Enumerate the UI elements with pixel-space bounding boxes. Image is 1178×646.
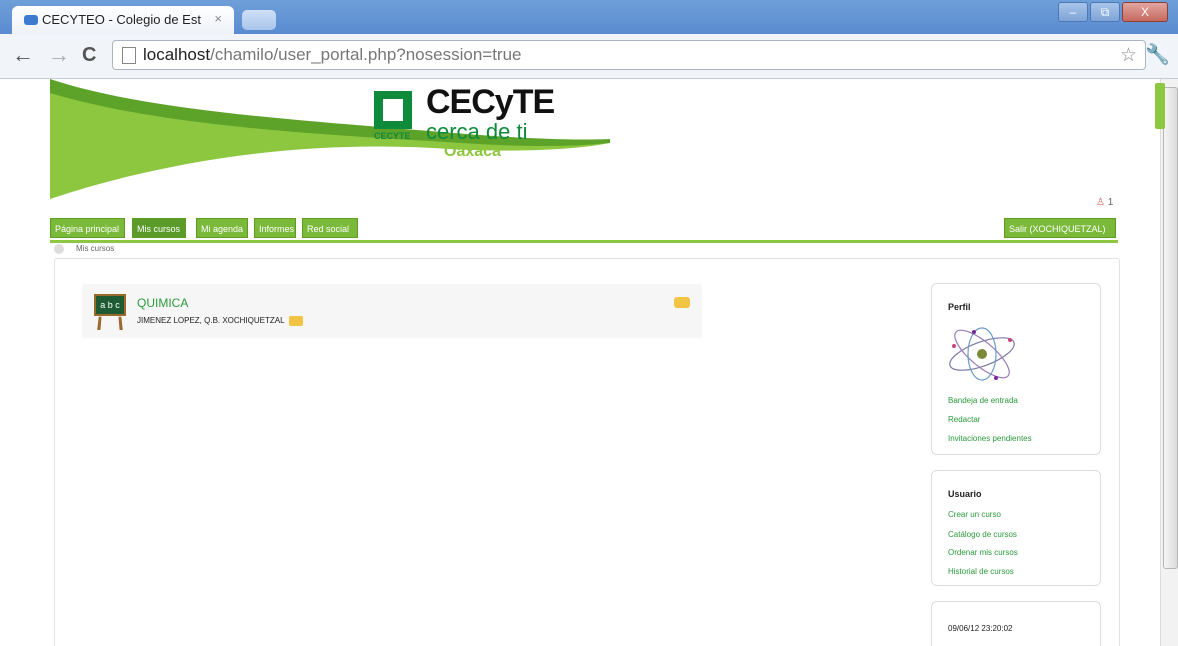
- user-block: Usuario Crear un curso Catálogo de curso…: [931, 470, 1101, 586]
- link-compose[interactable]: Redactar: [948, 415, 980, 424]
- breadcrumb: Mis cursos: [54, 241, 114, 257]
- course-title-link[interactable]: QUIMICA: [137, 296, 188, 310]
- tab-reports[interactable]: Informes: [254, 218, 296, 238]
- page-scroll-marker: [1155, 83, 1165, 129]
- main-nav: Página principal Mis cursos Mi agenda In…: [50, 218, 1118, 243]
- logo-title: CECyTE: [426, 83, 555, 121]
- favicon-icon: [24, 15, 38, 25]
- atom-avatar-icon[interactable]: [946, 324, 1026, 384]
- link-course-history[interactable]: Historial de cursos: [948, 567, 1014, 576]
- online-users-count: 1: [1107, 197, 1114, 208]
- site-logo[interactable]: CECYTE CECyTE cerca de ti Oaxaca: [374, 83, 555, 163]
- reload-icon[interactable]: C: [82, 44, 96, 66]
- vertical-scrollbar[interactable]: [1160, 79, 1178, 646]
- close-window-button[interactable]: X: [1122, 2, 1168, 22]
- minimize-button[interactable]: –: [1058, 2, 1088, 22]
- back-icon[interactable]: ←: [12, 44, 34, 66]
- profile-title: Perfil: [948, 302, 971, 312]
- tab-my-courses[interactable]: Mis cursos: [132, 218, 186, 238]
- browser-titlebar: CECYTEO - Colegio de Est × – ⧉ X: [0, 0, 1178, 34]
- online-users-indicator[interactable]: ♙ 1: [1096, 197, 1113, 208]
- bookmark-star-icon[interactable]: ☆: [1120, 44, 1137, 67]
- forward-icon[interactable]: →: [48, 44, 70, 66]
- home-icon[interactable]: [54, 243, 64, 254]
- datetime-block: 09/06/12 23:20:02: [931, 601, 1101, 646]
- tab-my-agenda[interactable]: Mi agenda: [196, 218, 248, 238]
- breadcrumb-current: Mis cursos: [76, 244, 115, 253]
- user-block-title: Usuario: [948, 489, 982, 499]
- user-icon: ♙: [1096, 197, 1105, 208]
- tab-social-network[interactable]: Red social: [302, 218, 358, 238]
- course-blackboard-icon: a b c: [94, 294, 126, 332]
- course-folder-icon[interactable]: [674, 297, 690, 308]
- page-viewport: CECYTE CECyTE cerca de ti Oaxaca ♙ 1 Pág…: [0, 79, 1160, 646]
- logout-button[interactable]: Salir (XOCHIQUETZAL): [1004, 218, 1116, 238]
- tab-home[interactable]: Página principal: [50, 218, 125, 238]
- logo-mark-icon: [374, 91, 412, 129]
- page-icon: [122, 47, 136, 64]
- course-teacher: JIMENEZ LOPEZ, Q.B. XOCHIQUETZAL: [137, 316, 303, 326]
- folder-icon[interactable]: [288, 316, 303, 326]
- course-card: a b c QUIMICA JIMENEZ LOPEZ, Q.B. XOCHIQ…: [82, 284, 702, 338]
- tab-close-icon[interactable]: ×: [214, 11, 222, 26]
- wrench-icon[interactable]: 🔧: [1145, 42, 1170, 67]
- link-course-catalog[interactable]: Catálogo de cursos: [948, 530, 1017, 539]
- logo-city: Oaxaca: [444, 143, 501, 160]
- profile-block: Perfil Bandeja de entrada Redactar Invit…: [931, 283, 1101, 455]
- restore-button[interactable]: ⧉: [1090, 2, 1120, 22]
- current-datetime: 09/06/12 23:20:02: [948, 624, 1013, 633]
- link-pending-invitations[interactable]: Invitaciones pendientes: [948, 434, 1032, 443]
- link-sort-courses[interactable]: Ordenar mis cursos: [948, 548, 1018, 557]
- browser-tab[interactable]: CECYTEO - Colegio de Est ×: [12, 6, 234, 34]
- logo-small-text: CECYTE: [374, 131, 411, 141]
- address-bar[interactable]: localhost/chamilo/user_portal.php?nosess…: [112, 40, 1146, 70]
- link-inbox[interactable]: Bandeja de entrada: [948, 396, 1018, 405]
- browser-toolbar: ← → C localhost/chamilo/user_portal.php?…: [0, 34, 1178, 79]
- tab-title: CECYTEO - Colegio de Est: [42, 12, 201, 27]
- scrollbar-thumb[interactable]: [1163, 87, 1178, 569]
- logo-subtitle: cerca de ti: [426, 119, 528, 144]
- url-text: localhost/chamilo/user_portal.php?nosess…: [143, 45, 522, 64]
- link-create-course[interactable]: Crear un curso: [948, 510, 1001, 519]
- new-tab-button[interactable]: [242, 10, 276, 30]
